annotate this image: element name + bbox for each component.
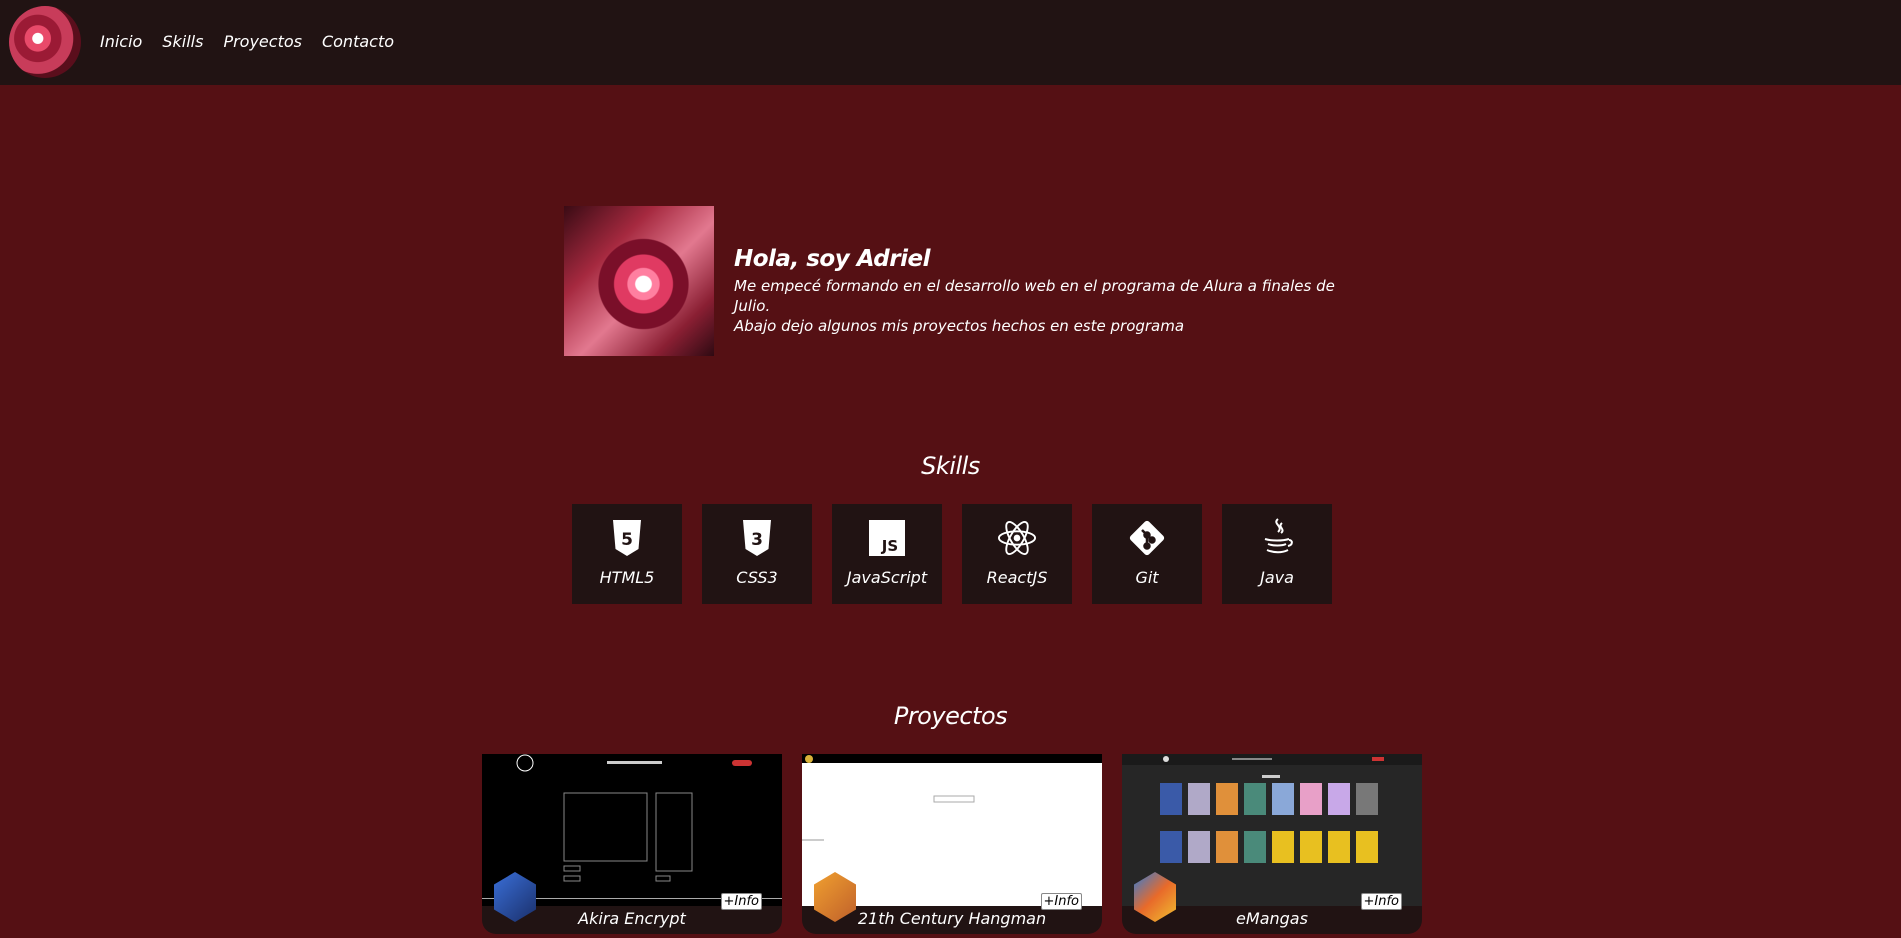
project-card-emangas[interactable]: eMangas +Info [1122, 754, 1422, 934]
skill-card-html5: 5 HTML5 [572, 504, 682, 604]
info-button[interactable]: +Info [1040, 893, 1082, 910]
skill-label: HTML5 [599, 568, 655, 587]
projects-grid: Akira Encrypt +Info 21th Century Hangman… [482, 754, 1422, 934]
nav-link-proyectos[interactable]: Proyectos [223, 32, 302, 51]
skill-card-javascript: JS JavaScript [832, 504, 942, 604]
skills-title: Skills [921, 452, 980, 480]
project-card-hangman[interactable]: 21th Century Hangman +Info [802, 754, 1102, 934]
skills-grid: 5 HTML5 3 CSS3 JS JavaScript ReactJS Git… [572, 504, 1332, 604]
java-icon [1257, 518, 1297, 558]
skill-card-css3: 3 CSS3 [702, 504, 812, 604]
html5-icon: 5 [607, 518, 647, 558]
hero-title: Hola, soy Adriel [734, 246, 930, 272]
css3-icon: 3 [737, 518, 777, 558]
skill-label: Git [1135, 568, 1159, 587]
skill-card-react: ReactJS [962, 504, 1072, 604]
project-name: Akira Encrypt [578, 909, 686, 928]
nav-link-skills[interactable]: Skills [162, 32, 203, 51]
skill-card-java: Java [1222, 504, 1332, 604]
skill-label: JavaScript [846, 568, 928, 587]
skill-label: ReactJS [986, 568, 1048, 587]
javascript-icon: JS [867, 518, 907, 558]
react-icon [997, 518, 1037, 558]
info-button[interactable]: +Info [720, 893, 762, 910]
nav-link-contacto[interactable]: Contacto [322, 32, 394, 51]
nav-links: Inicio Skills Proyectos Contacto [100, 32, 394, 51]
project-name: eMangas [1236, 909, 1308, 928]
hero-description-line1: Me empecé formando en el desarrollo web … [734, 277, 1335, 315]
hero-description-line2: Abajo dejo algunos mis proyectos hechos … [734, 317, 1185, 335]
project-card-akira-encrypt[interactable]: Akira Encrypt +Info [482, 754, 782, 934]
nav-link-inicio[interactable]: Inicio [100, 32, 142, 51]
info-button[interactable]: +Info [1360, 893, 1402, 910]
svg-text:5: 5 [621, 530, 633, 550]
hero-avatar [564, 206, 714, 356]
projects-title: Proyectos [893, 702, 1008, 730]
skill-label: CSS3 [736, 568, 778, 587]
svg-text:3: 3 [751, 530, 763, 550]
logo[interactable] [9, 6, 81, 78]
hero-description: Me empecé formando en el desarrollo web … [734, 276, 1374, 336]
git-icon [1127, 518, 1167, 558]
navbar: Inicio Skills Proyectos Contacto [0, 0, 1901, 85]
project-name: 21th Century Hangman [857, 909, 1047, 928]
skill-card-git: Git [1092, 504, 1202, 604]
svg-text:JS: JS [881, 537, 898, 555]
skill-label: Java [1260, 568, 1294, 587]
